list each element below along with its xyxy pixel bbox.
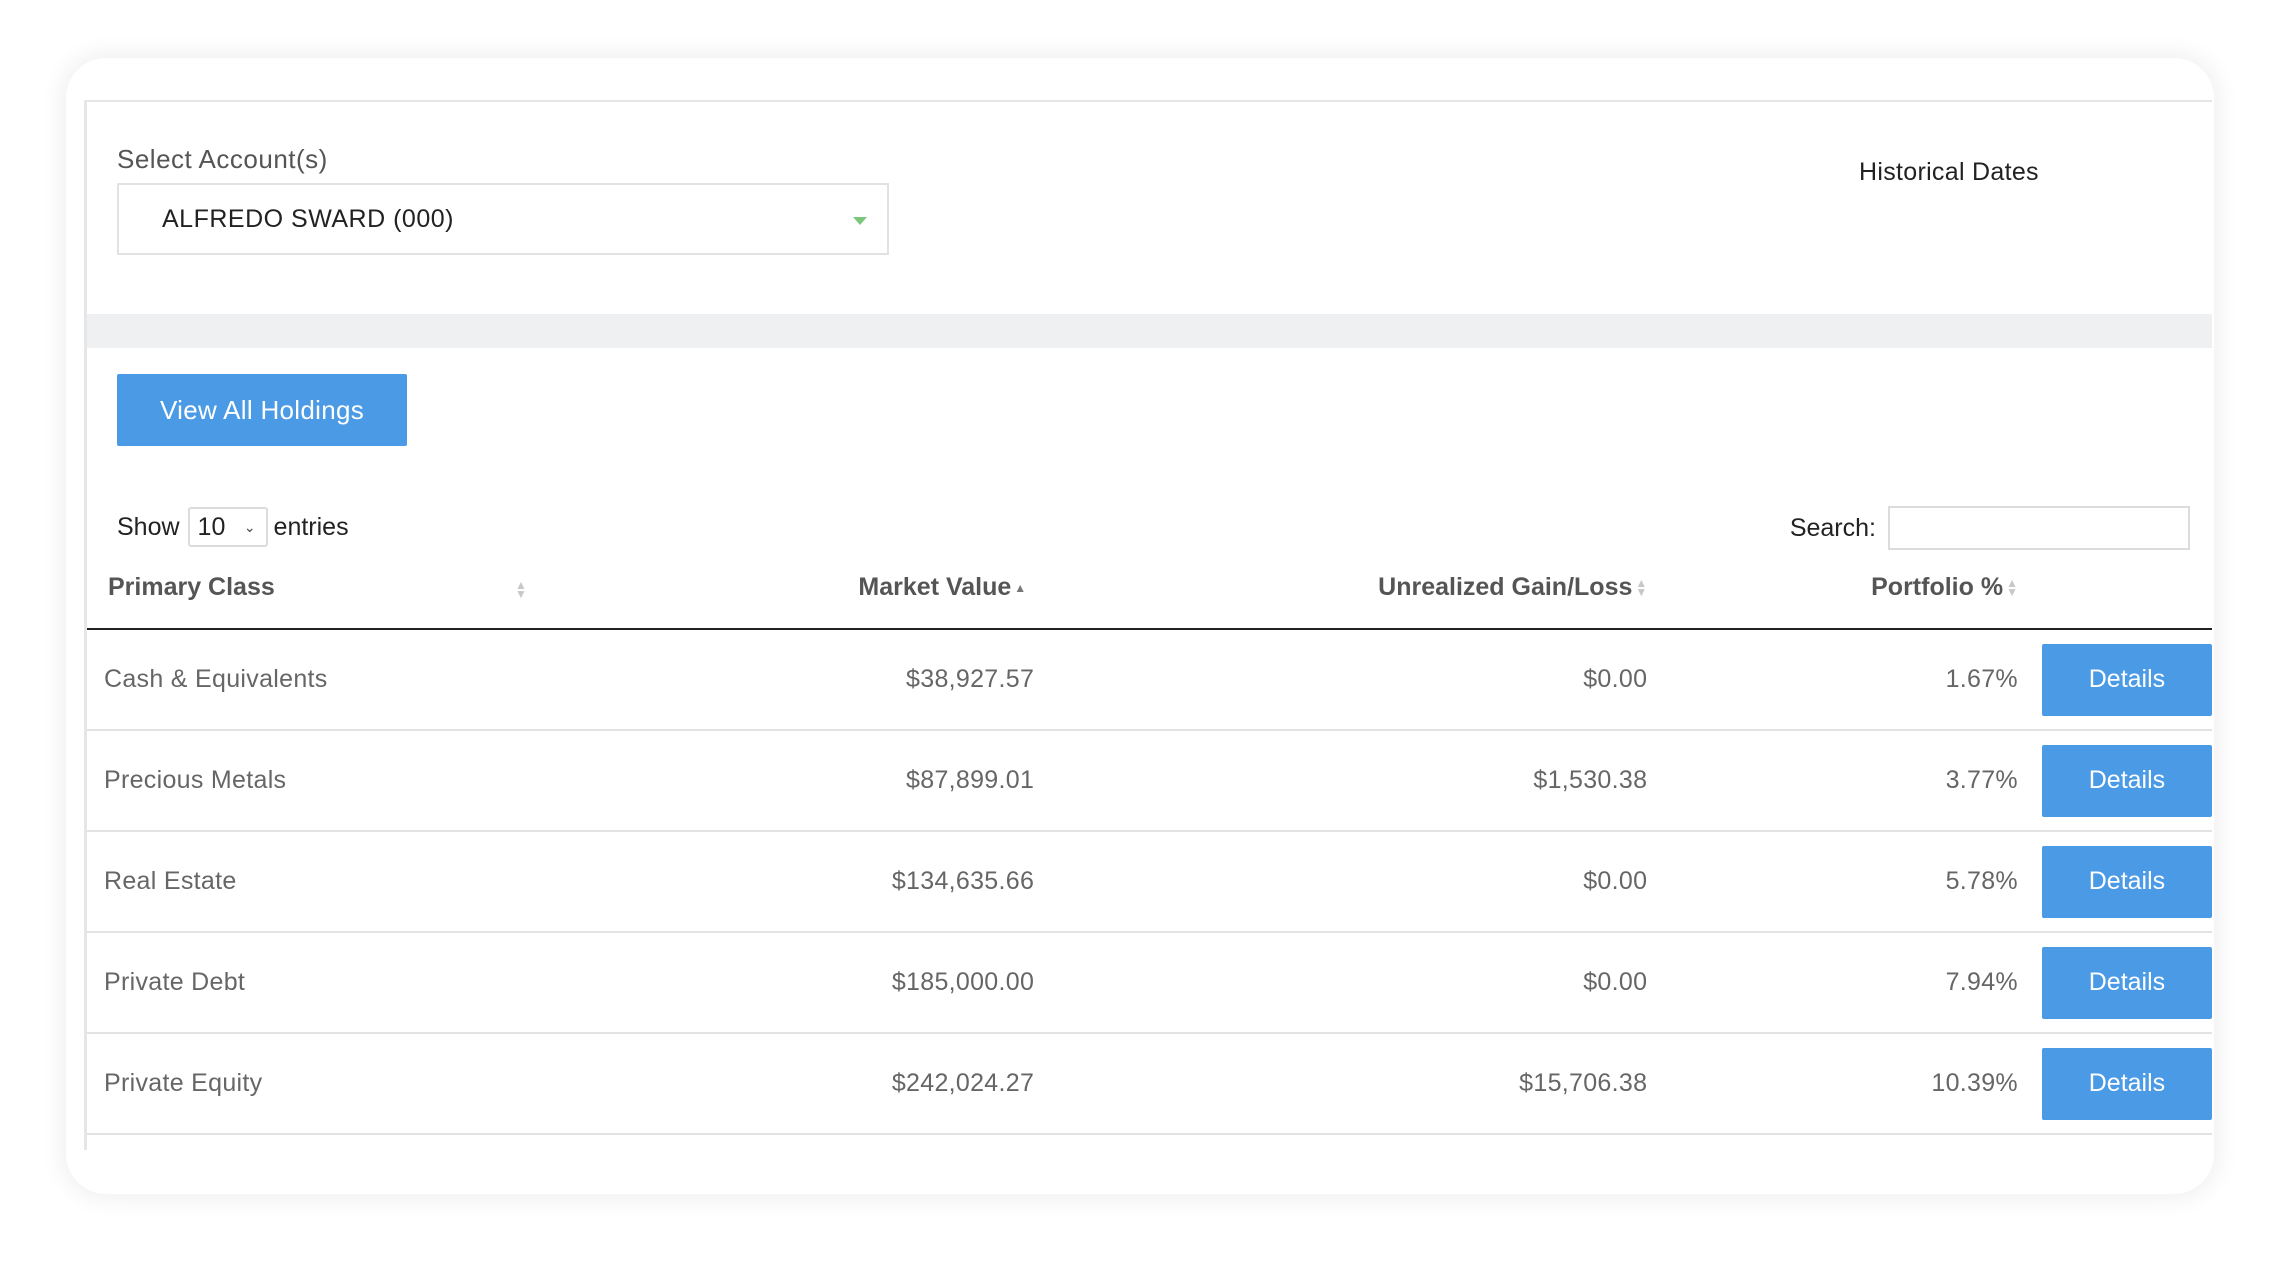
table-row: Private Debt $185,000.00 $0.00 7.94% Det… xyxy=(87,932,2212,1033)
table-header-row: Primary Class ▲ ▼ Market Value ▲ Unrealize… xyxy=(87,547,2212,630)
cell-primary-class: Private Debt xyxy=(104,968,246,996)
section-divider xyxy=(87,314,2212,348)
column-label: Unrealized Gain/Loss xyxy=(1378,573,1633,601)
account-select[interactable]: ALFREDO SWARD (000) xyxy=(117,183,889,255)
details-button[interactable]: Details xyxy=(2041,845,2212,918)
cell-portfolio-pct: 3.77% xyxy=(1945,766,2018,794)
details-button[interactable]: Details xyxy=(2041,1047,2212,1120)
cell-actions: Details xyxy=(2018,932,2212,1033)
column-label: Portfolio % xyxy=(1871,573,2004,601)
entries-select-value: 10 xyxy=(197,512,226,541)
sort-icon: ▲ ▼ xyxy=(1635,576,1648,600)
holdings-table: Primary Class ▲ ▼ Market Value ▲ Unrealize… xyxy=(87,547,2212,1135)
search-input[interactable] xyxy=(1888,506,2190,550)
entries-length-control: Show 10 ⌄ entries xyxy=(117,507,349,547)
table-row: Private Equity $242,024.27 $15,706.38 10… xyxy=(87,1033,2212,1134)
column-label: Primary Class xyxy=(108,573,275,601)
dropdown-caret-icon xyxy=(853,217,867,225)
cell-actions: Details xyxy=(2018,730,2212,831)
column-header-primary-class[interactable]: Primary Class ▲ ▼ xyxy=(87,547,527,630)
sort-icon: ▲ ▼ xyxy=(2006,576,2018,600)
cell-unrealized-gain-loss: $0.00 xyxy=(1583,665,1648,693)
table-row: Cash & Equivalents $38,927.57 $0.00 1.67… xyxy=(87,629,2212,730)
cell-primary-class: Cash & Equivalents xyxy=(104,665,328,693)
cell-portfolio-pct: 7.94% xyxy=(1945,968,2018,996)
historical-dates-label[interactable]: Historical Dates xyxy=(1859,158,2039,187)
cell-market-value: $185,000.00 xyxy=(891,968,1035,996)
search-control: Search: xyxy=(1790,506,2190,550)
search-label: Search: xyxy=(1789,513,1876,542)
cell-portfolio-pct: 5.78% xyxy=(1945,867,2018,895)
account-select-value: ALFREDO SWARD (000) xyxy=(162,205,454,233)
entries-select[interactable]: 10 ⌄ xyxy=(187,507,268,547)
select-accounts-label: Select Account(s) xyxy=(117,144,328,174)
cell-portfolio-pct: 1.67% xyxy=(1945,665,2018,693)
cell-unrealized-gain-loss: $1,530.38 xyxy=(1533,766,1648,794)
column-header-actions xyxy=(2017,547,2212,630)
details-button[interactable]: Details xyxy=(2041,643,2212,716)
cell-primary-class: Private Equity xyxy=(104,1069,263,1097)
cell-primary-class: Precious Metals xyxy=(104,766,287,794)
column-header-market-value[interactable]: Market Value ▲ xyxy=(517,547,1035,630)
cell-market-value: $242,024.27 xyxy=(891,1069,1035,1097)
details-button[interactable]: Details xyxy=(2041,744,2212,817)
cell-actions: Details xyxy=(2018,1033,2212,1134)
cell-portfolio-pct: 10.39% xyxy=(1931,1069,2018,1097)
cell-actions: Details xyxy=(2018,629,2212,730)
details-button[interactable]: Details xyxy=(2041,946,2212,1019)
table-row: Precious Metals $87,899.01 $1,530.38 3.7… xyxy=(87,730,2212,831)
cell-unrealized-gain-loss: $0.00 xyxy=(1583,867,1648,895)
entries-label: entries xyxy=(273,512,349,541)
column-header-portfolio-pct[interactable]: Portfolio % ▲ ▼ xyxy=(1647,547,2018,630)
cell-market-value: $38,927.57 xyxy=(906,665,1035,693)
cell-primary-class: Real Estate xyxy=(104,867,237,895)
cell-unrealized-gain-loss: $15,706.38 xyxy=(1519,1069,1648,1097)
table-row: Real Estate $134,635.66 $0.00 5.78% Deta… xyxy=(87,831,2212,932)
cell-unrealized-gain-loss: $0.00 xyxy=(1583,968,1648,996)
column-label: Market Value xyxy=(858,573,1012,601)
column-header-unrealized-gain-loss[interactable]: Unrealized Gain/Loss ▲ ▼ xyxy=(1034,547,1648,630)
account-filter-panel: Select Account(s) ALFREDO SWARD (000) Hi… xyxy=(87,102,2212,314)
cell-market-value: $87,899.01 xyxy=(906,766,1035,794)
cell-actions: Details xyxy=(2018,831,2212,932)
chevron-down-icon: ⌄ xyxy=(243,518,256,535)
view-all-holdings-button[interactable]: View All Holdings xyxy=(117,374,407,446)
holdings-panel: Select Account(s) ALFREDO SWARD (000) Hi… xyxy=(84,100,2212,1150)
sort-ascending-icon: ▲ xyxy=(1014,580,1027,595)
show-label: Show xyxy=(117,512,180,541)
cell-market-value: $134,635.66 xyxy=(891,867,1035,895)
